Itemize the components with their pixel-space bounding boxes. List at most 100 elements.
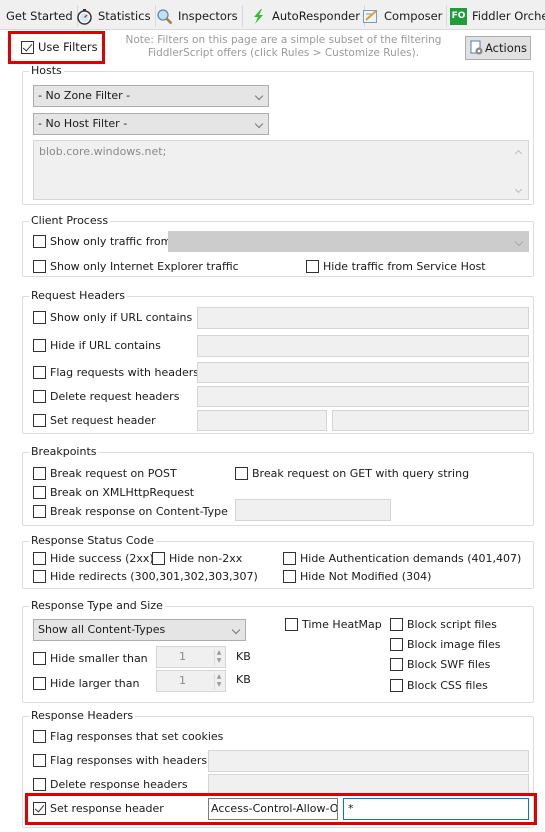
checkbox-box[interactable] xyxy=(33,467,46,480)
checkbox-box[interactable] xyxy=(33,754,46,767)
smaller-than-spinner[interactable]: 1 ▲ ▼ xyxy=(156,646,226,668)
checkbox-box[interactable] xyxy=(390,658,403,671)
tab-get-started[interactable]: Get Started xyxy=(2,5,78,27)
flag-responses-headers-checkbox[interactable]: Flag responses with headers xyxy=(33,754,207,767)
flag-responses-headers-input[interactable] xyxy=(208,750,529,772)
checkbox-label: Flag responses that set cookies xyxy=(50,730,224,743)
compose-pencil-icon xyxy=(362,8,379,25)
tab-composer[interactable]: Composer xyxy=(358,5,448,27)
hide-non2xx-checkbox[interactable]: Hide non-2xx xyxy=(152,552,242,565)
time-heatmap-checkbox[interactable]: Time HeatMap xyxy=(285,618,382,631)
show-if-url-input[interactable] xyxy=(197,307,529,329)
hide-if-url-checkbox[interactable]: Hide if URL contains xyxy=(33,339,161,352)
hide-if-url-input[interactable] xyxy=(197,335,529,357)
break-content-type-input[interactable] xyxy=(235,499,391,521)
set-response-header-value-input[interactable]: * xyxy=(343,798,529,820)
tab-label: Statistics xyxy=(98,9,151,23)
show-only-traffic-from-checkbox[interactable]: Show only traffic from xyxy=(33,235,171,248)
tab-inspectors[interactable]: Inspectors xyxy=(152,5,243,27)
checkbox-label: Set request header xyxy=(50,414,156,427)
checkbox-box[interactable] xyxy=(33,486,46,499)
lightning-icon xyxy=(250,8,267,25)
checkbox-box[interactable] xyxy=(33,652,46,665)
delete-request-headers-checkbox[interactable]: Delete request headers xyxy=(33,390,179,403)
checkbox-box[interactable] xyxy=(33,505,46,518)
checkbox-box[interactable] xyxy=(33,235,46,248)
checkbox-box[interactable] xyxy=(283,570,296,583)
use-filters-checkbox[interactable]: Use Filters xyxy=(21,40,98,54)
checkbox-box[interactable] xyxy=(33,778,46,791)
set-request-header-name-input[interactable] xyxy=(197,410,327,431)
actions-button[interactable]: Actions xyxy=(465,36,531,60)
checkbox-box[interactable] xyxy=(390,638,403,651)
flag-cookies-checkbox[interactable]: Flag responses that set cookies xyxy=(33,730,223,743)
tab-statistics[interactable]: Statistics xyxy=(72,5,156,27)
break-on-xhr-checkbox[interactable]: Break on XMLHttpRequest xyxy=(33,486,194,499)
flag-requests-headers-input[interactable] xyxy=(197,362,529,383)
delete-request-headers-input[interactable] xyxy=(197,386,529,407)
checkbox-box[interactable] xyxy=(21,40,34,54)
checkbox-box[interactable] xyxy=(33,339,46,352)
checkbox-label: Block SWF files xyxy=(407,658,491,671)
checkbox-box[interactable] xyxy=(306,260,319,273)
tab-strip: Get Started Statistics Inspectors AutoRe… xyxy=(0,0,545,30)
checkbox-box[interactable] xyxy=(235,467,248,480)
scroll-down-icon[interactable] xyxy=(514,185,523,194)
scroll-up-icon[interactable] xyxy=(514,149,523,158)
hide-success-checkbox[interactable]: Hide success (2xx) xyxy=(33,552,154,565)
flag-requests-headers-checkbox[interactable]: Flag requests with headers xyxy=(33,366,199,379)
hide-not-modified-checkbox[interactable]: Hide Not Modified (304) xyxy=(283,570,431,583)
checkbox-box[interactable] xyxy=(33,802,46,815)
checkbox-box[interactable] xyxy=(390,618,403,631)
set-request-header-value-input[interactable] xyxy=(332,410,529,431)
checkbox-label: Hide if URL contains xyxy=(50,339,161,352)
break-on-content-type-checkbox[interactable]: Break response on Content-Type xyxy=(33,505,228,518)
checkbox-box[interactable] xyxy=(33,677,46,690)
hide-larger-checkbox[interactable]: Hide larger than xyxy=(33,677,139,690)
break-on-get-query-checkbox[interactable]: Break request on GET with query string xyxy=(235,467,469,480)
fo-badge-icon: FO xyxy=(450,7,467,25)
hide-auth-checkbox[interactable]: Hide Authentication demands (401,407) xyxy=(283,552,521,565)
response-headers-title: Response Headers xyxy=(29,709,136,722)
tab-fiddler-orchestra[interactable]: FO Fiddler Orches xyxy=(446,5,545,27)
delete-response-headers-checkbox[interactable]: Delete response headers xyxy=(33,778,188,791)
hosts-textarea[interactable]: blob.core.windows.net; xyxy=(33,140,529,200)
hide-service-host-checkbox[interactable]: Hide traffic from Service Host xyxy=(306,260,486,273)
spinner-arrows-icon[interactable]: ▲ ▼ xyxy=(214,673,223,689)
stopwatch-icon xyxy=(76,8,93,25)
block-script-checkbox[interactable]: Block script files xyxy=(390,618,497,631)
process-select[interactable] xyxy=(168,231,529,252)
tab-autoresponder[interactable]: AutoResponder xyxy=(246,5,365,27)
zone-filter-select[interactable]: - No Zone Filter - xyxy=(33,85,269,107)
host-filter-select[interactable]: - No Host Filter - xyxy=(33,113,269,135)
larger-than-spinner[interactable]: 1 ▲ ▼ xyxy=(156,670,226,692)
checkbox-box[interactable] xyxy=(33,260,46,273)
content-type-select[interactable]: Show all Content-Types xyxy=(33,619,246,641)
break-on-post-checkbox[interactable]: Break request on POST xyxy=(33,467,177,480)
checkbox-box[interactable] xyxy=(33,414,46,427)
checkbox-box[interactable] xyxy=(33,390,46,403)
checkbox-box[interactable] xyxy=(283,552,296,565)
checkbox-box[interactable] xyxy=(33,730,46,743)
use-filters-label: Use Filters xyxy=(38,40,98,54)
checkbox-box[interactable] xyxy=(33,311,46,324)
checkbox-box[interactable] xyxy=(33,552,46,565)
block-swf-checkbox[interactable]: Block SWF files xyxy=(390,658,490,671)
spinner-arrows-icon[interactable]: ▲ ▼ xyxy=(214,649,223,665)
checkbox-box[interactable] xyxy=(152,552,165,565)
set-response-header-name-input[interactable]: Access-Control-Allow-Ori xyxy=(208,798,338,820)
checkbox-box[interactable] xyxy=(33,570,46,583)
checkbox-box[interactable] xyxy=(390,679,403,692)
checkbox-box[interactable] xyxy=(33,366,46,379)
block-image-checkbox[interactable]: Block image files xyxy=(390,638,501,651)
show-only-ie-checkbox[interactable]: Show only Internet Explorer traffic xyxy=(33,260,239,273)
smaller-than-unit: KB xyxy=(236,650,251,663)
set-response-header-checkbox[interactable]: Set response header xyxy=(33,802,164,815)
textarea-scrollbar[interactable] xyxy=(514,147,524,197)
show-if-url-checkbox[interactable]: Show only if URL contains xyxy=(33,311,192,324)
checkbox-box[interactable] xyxy=(285,618,298,631)
set-request-header-checkbox[interactable]: Set request header xyxy=(33,414,156,427)
hide-smaller-checkbox[interactable]: Hide smaller than xyxy=(33,652,148,665)
block-css-checkbox[interactable]: Block CSS files xyxy=(390,679,488,692)
hide-redirects-checkbox[interactable]: Hide redirects (300,301,302,303,307) xyxy=(33,570,258,583)
